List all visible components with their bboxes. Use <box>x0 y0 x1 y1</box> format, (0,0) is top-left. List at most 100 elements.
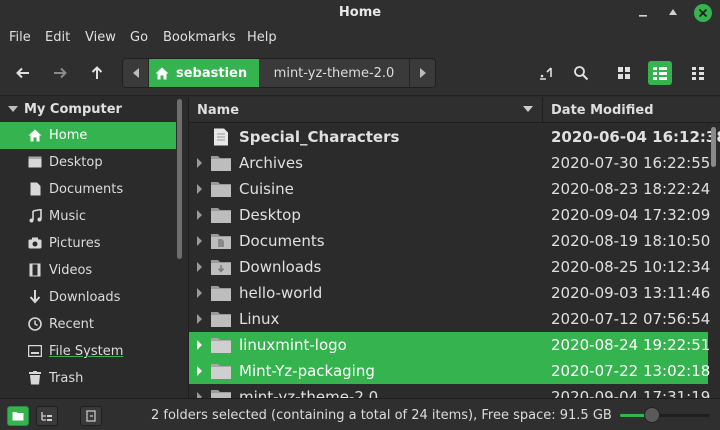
search-icon <box>574 66 589 81</box>
folder-icon <box>211 156 231 171</box>
menu-view[interactable]: View <box>85 30 116 45</box>
file-row[interactable]: mint-yz-theme-2.0 2020-09-04 17:31:19 <box>189 384 711 398</box>
column-header-date[interactable]: Date Modified <box>551 103 654 118</box>
file-name: Linux <box>239 310 280 328</box>
compact-view-icon <box>692 67 704 80</box>
file-row[interactable]: Downloads 2020-08-25 10:12:34 <box>189 254 710 280</box>
sidebar-item-desktop[interactable]: Desktop <box>0 149 176 176</box>
search-button[interactable] <box>569 61 593 85</box>
maximize-button[interactable] <box>664 4 682 22</box>
file-row[interactable]: Special_Characters 2020-06-04 16:12:38 <box>189 124 720 150</box>
menu-edit[interactable]: Edit <box>45 30 70 45</box>
expand-arrow-icon[interactable] <box>197 236 202 246</box>
file-row[interactable]: Linux 2020-07-12 07:56:54 <box>189 306 710 332</box>
file-row-selected[interactable]: Mint-Yz-packaging 2020-07-22 13:02:18 <box>189 358 710 384</box>
music-note-icon <box>28 209 42 223</box>
sidebar-item-label: File System <box>49 344 124 359</box>
folder-downloads-icon <box>211 260 231 275</box>
sidebar-item-documents[interactable]: Documents <box>0 176 176 203</box>
file-list-scrollbar[interactable] <box>711 127 716 167</box>
sidebar-item-label: Pictures <box>49 236 101 251</box>
sidebar-item-label: Music <box>49 209 86 224</box>
sidebar: My Computer Home Desktop Documents Music… <box>0 97 188 398</box>
show-treeview-button[interactable] <box>36 406 58 426</box>
expand-arrow-icon[interactable] <box>197 340 202 350</box>
folder-icon <box>211 208 231 223</box>
sidebar-item-downloads[interactable]: Downloads <box>0 284 176 311</box>
file-date: 2020-08-23 18:22:24 <box>551 180 711 198</box>
sidebar-item-file-system[interactable]: File System <box>0 338 176 365</box>
zoom-slider[interactable] <box>620 407 710 423</box>
expand-arrow-icon[interactable] <box>197 158 202 168</box>
file-name: mint-yz-theme-2.0 <box>239 388 379 398</box>
toolbar: sebastien mint-yz-theme-2.0 <box>0 50 720 96</box>
path-scroll-left-button[interactable] <box>123 59 149 87</box>
document-icon <box>28 182 42 196</box>
expand-arrow-icon[interactable] <box>197 366 202 376</box>
up-button[interactable] <box>85 61 109 85</box>
expand-arrow-icon[interactable] <box>197 210 202 220</box>
column-header-row: Name Date Modified <box>189 97 720 123</box>
sidebar-scrollbar[interactable] <box>177 99 182 259</box>
sidebar-item-trash[interactable]: Trash <box>0 365 176 392</box>
folder-documents-icon <box>211 234 231 249</box>
file-date: 2020-09-04 17:31:19 <box>551 388 711 398</box>
expand-arrow-icon[interactable] <box>197 262 202 272</box>
file-row[interactable]: Cuisine 2020-08-23 18:22:24 <box>189 176 711 202</box>
folder-icon <box>211 286 231 301</box>
sidebar-item-label: Downloads <box>49 290 121 305</box>
sidebar-item-videos[interactable]: Videos <box>0 257 176 284</box>
status-bar: 2 folders selected (containing a total o… <box>0 398 720 430</box>
sidebar-section-header[interactable]: My Computer <box>0 97 176 121</box>
menu-bookmarks[interactable]: Bookmarks <box>163 30 236 45</box>
hide-sidebar-button[interactable] <box>80 406 102 426</box>
tree-view-icon <box>41 412 52 421</box>
list-view-icon <box>653 67 667 80</box>
column-divider[interactable] <box>542 97 543 123</box>
file-date: 2020-09-04 17:32:09 <box>551 206 711 224</box>
expand-arrow-icon[interactable] <box>197 288 202 298</box>
menu-help[interactable]: Help <box>247 30 277 45</box>
open-terminal-button[interactable] <box>534 61 558 85</box>
menu-go[interactable]: Go <box>130 30 148 45</box>
folder-icon <box>211 390 231 398</box>
minimize-button[interactable] <box>634 4 652 22</box>
sidebar-item-music[interactable]: Music <box>0 203 176 230</box>
expand-arrow-icon[interactable] <box>197 314 202 324</box>
file-name: Desktop <box>239 206 301 224</box>
file-row[interactable]: Desktop 2020-09-04 17:32:09 <box>189 202 711 228</box>
expand-arrow-icon[interactable] <box>197 184 202 194</box>
sidebar-item-recent[interactable]: Recent <box>0 311 176 338</box>
close-button[interactable] <box>694 4 712 22</box>
list-view-button[interactable] <box>648 61 672 85</box>
file-row[interactable]: Archives 2020-07-30 16:22:55 <box>189 150 711 176</box>
file-name: Documents <box>239 232 325 250</box>
home-icon <box>28 128 42 142</box>
column-header-name[interactable]: Name <box>197 103 239 118</box>
path-crumb-active[interactable]: sebastien <box>149 59 259 87</box>
file-date: 2020-06-04 16:12:38 <box>551 128 720 146</box>
sidebar-item-pictures[interactable]: Pictures <box>0 230 176 257</box>
icon-view-button[interactable] <box>612 61 636 85</box>
compact-view-button[interactable] <box>686 61 710 85</box>
show-places-button[interactable] <box>7 406 29 426</box>
sidebar-item-home[interactable]: Home <box>0 122 176 149</box>
zoom-slider-handle[interactable] <box>643 407 660 423</box>
chevron-down-icon <box>8 106 18 112</box>
file-name: Mint-Yz-packaging <box>239 362 375 380</box>
file-date: 2020-07-30 16:22:55 <box>551 154 711 172</box>
forward-button[interactable] <box>48 61 72 85</box>
sort-descending-icon[interactable] <box>523 106 533 112</box>
path-crumb[interactable]: mint-yz-theme-2.0 <box>259 59 409 87</box>
clock-icon <box>28 317 42 331</box>
back-button[interactable] <box>11 61 35 85</box>
path-scroll-right-button[interactable] <box>409 59 435 87</box>
file-row[interactable]: Documents 2020-08-19 18:10:50 <box>189 228 710 254</box>
close-icon <box>698 8 708 18</box>
window-title: Home <box>338 5 382 20</box>
file-row-selected[interactable]: linuxmint-logo 2020-08-24 19:22:51 <box>189 332 711 358</box>
file-row[interactable]: hello-world 2020-09-03 13:11:46 <box>189 280 710 306</box>
menu-file[interactable]: File <box>9 30 31 45</box>
file-name: Downloads <box>239 258 322 276</box>
file-date: 2020-08-24 19:22:51 <box>551 336 711 354</box>
